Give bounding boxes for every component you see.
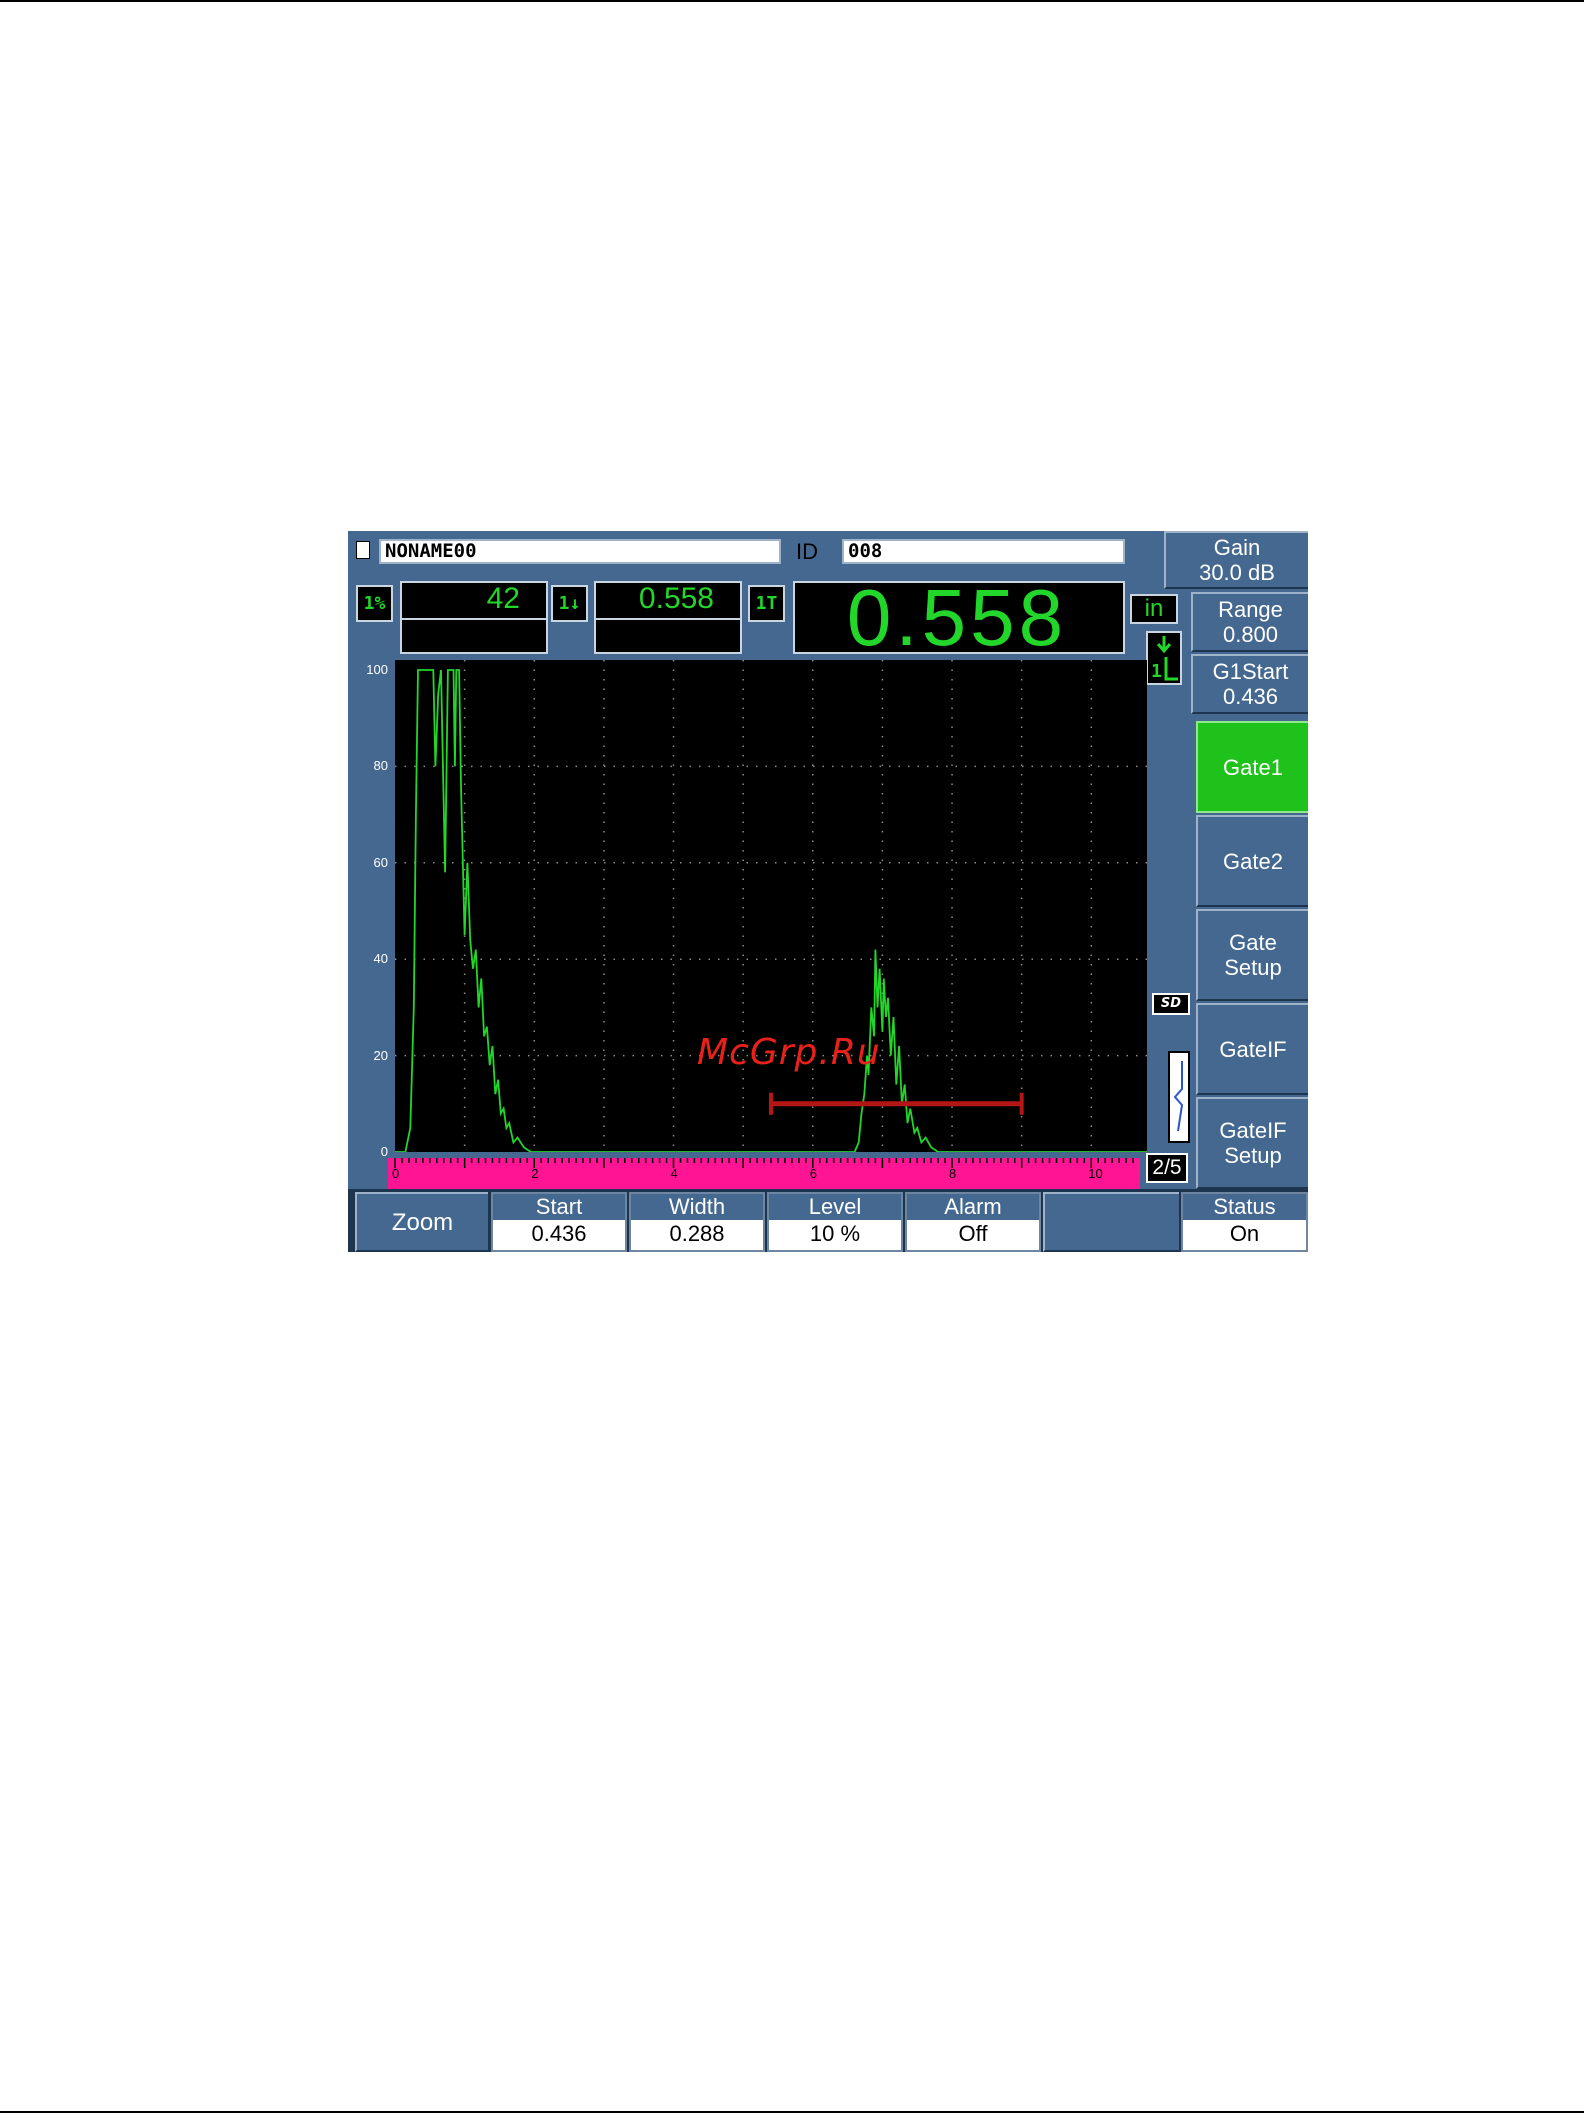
sd-card-icon: SD [1152,993,1190,1015]
big-reading-value: 0.558 [846,573,1068,662]
status-value: On [1229,1221,1260,1246]
g1start-value: 0.436 [1222,684,1279,709]
menu-gate1[interactable]: Gate1 [1196,721,1308,813]
instrument-screen: NONAME00 ID 008 1% 42 1↓ 0.558 1T 0.558 … [348,531,1308,1252]
level-param[interactable]: Level 10 % [767,1192,903,1252]
start-param[interactable]: Start 0.436 [491,1192,627,1252]
alarm-param[interactable]: Alarm Off [905,1192,1041,1252]
y-tick-label: 0 [380,1144,388,1159]
a-scan-plot[interactable] [395,660,1147,1153]
width-value: 0.288 [669,1221,725,1246]
y-tick-label: 20 [373,1047,388,1063]
reading1-divider [402,618,546,620]
y-tick-label: 60 [373,854,388,870]
level-label: Level [769,1194,901,1220]
zoom-label: Zoom [391,1208,454,1236]
status-label: Status [1183,1194,1306,1220]
battery-icon [1168,1051,1190,1143]
gain-value: 30.0 dB [1199,560,1275,585]
watermark: McGrp.Ru [697,1032,881,1073]
alarm-value: Off [958,1221,988,1246]
id-label: ID [796,539,818,564]
g1start-button[interactable]: G1Start 0.436 [1191,654,1308,714]
echo-trace [395,669,1147,1153]
amplitude-percent-icon: 1% [356,585,393,622]
range-value: 0.800 [1222,622,1279,647]
menu-gate2[interactable]: Gate2 [1196,815,1308,907]
y-tick-label: 40 [373,951,388,967]
width-label: Width [631,1194,763,1220]
depth-icon: 1↓ [551,585,588,622]
menu-gateif-label: GateIF [1219,1036,1287,1062]
page-top-rule [0,0,1584,2]
x-tick-label: 6 [810,1166,817,1181]
x-tick-label: 8 [949,1166,956,1181]
gate-mode-icon: 1 [1146,631,1182,685]
reading2-value: 0.558 [638,582,714,615]
menu-gate-setup[interactable]: Gate Setup [1196,909,1308,1001]
alarm-label: Alarm [907,1194,1039,1220]
id-field[interactable]: 008 [842,539,1125,564]
empty-param-slot[interactable] [1043,1192,1179,1252]
reading2-divider [596,618,740,620]
x-tick-label: 2 [531,1166,538,1181]
x-tick-label: 0 [392,1166,399,1181]
menu-gate-setup-line2: Setup [1224,955,1282,980]
y-tick-label: 80 [373,758,388,774]
units-indicator: in [1130,594,1178,624]
menu-gateif-setup[interactable]: GateIF Setup [1196,1097,1308,1189]
zoom-button[interactable]: Zoom [355,1192,488,1252]
level-value: 10 % [809,1221,861,1246]
menu-gate-setup-line1: Gate [1229,930,1277,955]
start-label: Start [493,1194,625,1220]
y-tick-label: 100 [366,662,388,677]
menu-gate2-label: Gate2 [1223,848,1283,874]
svg-text:1: 1 [1151,661,1162,682]
menu-gateif-setup-line1: GateIF [1219,1118,1287,1143]
menu-gateif-setup-line2: Setup [1224,1143,1282,1168]
status-param[interactable]: Status On [1181,1192,1308,1252]
x-tick-label: 4 [671,1166,678,1181]
start-value: 0.436 [531,1221,587,1246]
file-name-field[interactable]: NONAME00 [379,539,781,564]
reading1-value: 42 [486,582,520,615]
page-indicator: 2/5 [1146,1153,1188,1183]
file-icon [356,541,370,559]
range-button[interactable]: Range 0.800 [1191,592,1308,652]
width-param[interactable]: Width 0.288 [629,1192,765,1252]
baseline-ruler: 0 2 4 6 8 10 [388,1158,1140,1190]
thickness-icon: 1T [748,585,785,622]
gain-label: Gain [1213,535,1261,560]
menu-gateif[interactable]: GateIF [1196,1003,1308,1095]
menu-gate1-label: Gate1 [1223,754,1283,780]
x-tick-label: 10 [1088,1166,1102,1181]
gain-button[interactable]: Gain 30.0 dB [1164,531,1308,589]
range-label: Range [1218,597,1283,622]
g1start-label: G1Start [1212,659,1289,684]
